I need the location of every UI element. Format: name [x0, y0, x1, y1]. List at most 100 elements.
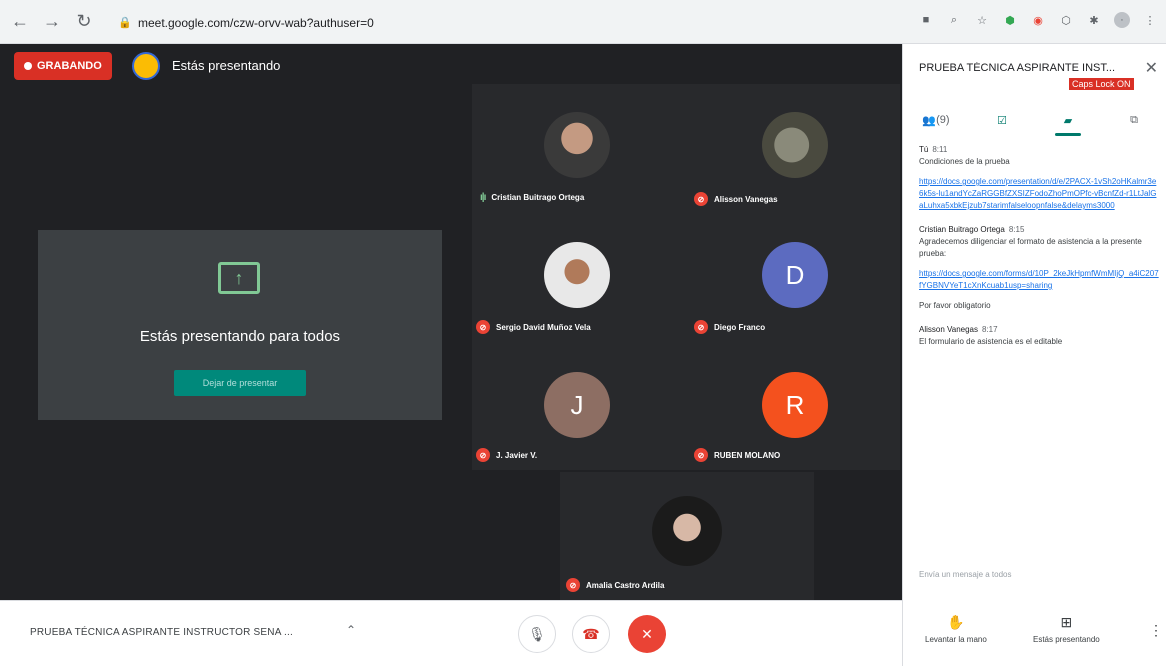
- participant-label: ⊘ Diego Franco: [694, 320, 765, 334]
- participant-name: Alisson Vanegas: [714, 194, 778, 204]
- extension-gray-icon[interactable]: ⬡: [1058, 12, 1074, 28]
- meeting-controls-bar: PRUEBA TÉCNICA ASPIRANTE INSTRUCTOR SENA…: [0, 600, 902, 666]
- hang-up-button[interactable]: ☎: [572, 615, 610, 653]
- extension-icons: ■ ⌕ ☆ ⬢ ◉ ⬡ ✱ · ⋮: [918, 12, 1158, 28]
- recording-label: GRABANDO: [37, 60, 102, 72]
- caps-lock-indicator: Caps Lock ON: [1069, 78, 1134, 90]
- meeting-stage: GRABANDO Estás presentando ↑ Estás prese…: [0, 44, 902, 600]
- tab-chat[interactable]: ▰: [1035, 102, 1101, 138]
- star-icon[interactable]: ☆: [974, 12, 990, 28]
- mic-off-icon: ⊘: [566, 578, 580, 592]
- participant-photo: [544, 112, 610, 178]
- presenting-button-label: Estás presentando: [1033, 635, 1100, 644]
- participant-label: ⊘ RUBEN MOLANO: [694, 448, 780, 462]
- participant-label: ⊘ J. Javier V.: [476, 448, 537, 462]
- tab-activities[interactable]: ☑: [969, 102, 1035, 138]
- shapes-icon: ⧉: [1130, 113, 1138, 126]
- camera-icon[interactable]: ■: [918, 12, 934, 28]
- avatar-letter: R: [785, 389, 805, 420]
- message-sender: Alisson Vanegas: [919, 325, 978, 334]
- present-icon: ⊞: [1060, 614, 1073, 630]
- message-text: Agradecemos diligenciar el formato de as…: [919, 237, 1142, 258]
- chat-message: Tú 8:11 Condiciones de la prueba https://…: [919, 144, 1159, 212]
- recording-badge: GRABANDO: [14, 52, 112, 80]
- message-time: 8:15: [1008, 225, 1025, 234]
- mic-off-icon: ⊘: [694, 192, 708, 206]
- mic-off-icon: ⊘: [694, 320, 708, 334]
- hand-icon: ✋: [947, 614, 965, 630]
- more-options-button[interactable]: ⋮: [1149, 622, 1163, 643]
- speaking-icon: ı|ı: [480, 192, 486, 203]
- message-text: Por favor obligatorio: [919, 301, 991, 310]
- participant-name: J. Javier V.: [496, 450, 538, 460]
- presenting-card-title: Estás presentando para todos: [139, 328, 341, 345]
- puzzle-icon[interactable]: ✱: [1086, 12, 1102, 28]
- reload-icon[interactable]: ↻: [72, 10, 96, 34]
- people-icon: 👥: [922, 114, 937, 127]
- menu-icon[interactable]: ⋮: [1142, 12, 1158, 28]
- chat-icon: ▰: [1063, 114, 1073, 127]
- participant-label: ı|ı Cristian Buitrago Ortega: [480, 192, 584, 203]
- mic-off-icon: ⊘: [476, 320, 490, 334]
- extension-red-icon[interactable]: ◉: [1030, 12, 1046, 28]
- chat-message: Cristian Buitrago Ortega 8:15 Agradecemos…: [919, 224, 1159, 312]
- message-sender: Tú: [919, 145, 929, 154]
- record-dot-icon: [24, 62, 32, 70]
- raise-hand-button[interactable]: ✋ Levantar la mano: [925, 614, 987, 644]
- mic-off-icon: ⊘: [476, 448, 490, 462]
- camera-off-button[interactable]: ✕: [628, 615, 666, 653]
- participant-label: ⊘ Sergio David Muñoz Vela: [476, 320, 591, 334]
- panel-title: PRUEBA TÉCNICA ASPIRANTE INST...: [919, 62, 1116, 74]
- avatar-letter: J: [570, 389, 584, 420]
- tab-people[interactable]: 👥 (9): [903, 102, 969, 138]
- present-screen-icon: ↑: [218, 262, 260, 294]
- presenting-card: ↑ Estás presentando para todos Dejar de …: [38, 230, 442, 420]
- mic-off-icon: ⊘: [694, 448, 708, 462]
- participant-name: Sergio David Muñoz Vela: [496, 322, 591, 332]
- participant-label: ⊘ Alisson Vanegas: [694, 192, 778, 206]
- presenting-button[interactable]: ⊞ Estás presentando: [1033, 614, 1100, 644]
- chat-input[interactable]: Envía un mensaje a todos: [919, 570, 1149, 579]
- chat-messages: Tú 8:11 Condiciones de la prueba https://…: [919, 144, 1159, 356]
- participant-label: ⊘ Amalia Castro Ardila: [566, 578, 664, 592]
- people-count: (9): [936, 114, 950, 126]
- meeting-title[interactable]: PRUEBA TÉCNICA ASPIRANTE INSTRUCTOR SENA…: [30, 627, 293, 638]
- participant-letter-avatar: R: [762, 372, 828, 438]
- lock-icon: 🔒: [118, 17, 132, 29]
- tab-more[interactable]: ⧉: [1101, 102, 1166, 138]
- participant-name: Amalia Castro Ardila: [586, 580, 665, 590]
- address-bar[interactable]: 🔒 meet.google.com/czw-orvv-wab?authuser=…: [118, 10, 878, 36]
- stop-presenting-button[interactable]: Dejar de presentar: [174, 370, 306, 396]
- panel-tabs: 👥 (9) ☑ ▰ ⧉: [903, 102, 1166, 138]
- participant-photo: [544, 242, 610, 308]
- participant-photo: [652, 496, 722, 566]
- zoom-icon[interactable]: ⌕: [946, 12, 962, 28]
- message-link[interactable]: https://docs.google.com/forms/d/10P_2keJ…: [919, 268, 1159, 292]
- back-icon[interactable]: ←: [8, 10, 32, 34]
- url-text: meet.google.com/czw-orvv-wab?authuser=0: [138, 16, 374, 30]
- presenter-avatar: [132, 52, 160, 80]
- panel-actions: ✋ Levantar la mano ⊞ Estás presentando ⋮: [903, 600, 1166, 666]
- participant-name: RUBEN MOLANO: [714, 450, 781, 460]
- message-time: 8:17: [982, 325, 998, 334]
- browser-toolbar: ← → ↻ 🔒 meet.google.com/czw-orvv-wab?aut…: [0, 0, 1166, 44]
- message-time: 8:11: [932, 145, 948, 154]
- extension-green-icon[interactable]: ⬢: [1002, 12, 1018, 28]
- more-vert-icon: ⋮: [1149, 622, 1163, 638]
- participant-letter-avatar: J: [544, 372, 610, 438]
- participant-letter-avatar: D: [762, 242, 828, 308]
- message-text: Condiciones de la prueba: [919, 157, 1010, 166]
- profile-avatar[interactable]: ·: [1114, 12, 1130, 28]
- microphone-button[interactable]: 🎙: [518, 615, 556, 653]
- participant-name: Diego Franco: [714, 322, 766, 332]
- checkbox-icon: ☑: [997, 114, 1007, 127]
- raise-hand-label: Levantar la mano: [925, 635, 987, 644]
- chat-side-panel: PRUEBA TÉCNICA ASPIRANTE INST... ✕ Caps …: [902, 44, 1166, 666]
- close-icon[interactable]: ✕: [1145, 58, 1158, 78]
- message-link[interactable]: https://docs.google.com/presentation/d/e…: [919, 176, 1159, 212]
- message-text: El formulario de asistencia es el editab…: [919, 337, 1063, 346]
- forward-icon[interactable]: →: [40, 10, 64, 34]
- avatar-letter: D: [785, 259, 805, 290]
- presenting-status: Estás presentando: [172, 58, 281, 73]
- chevron-up-icon[interactable]: ⌃: [346, 623, 356, 637]
